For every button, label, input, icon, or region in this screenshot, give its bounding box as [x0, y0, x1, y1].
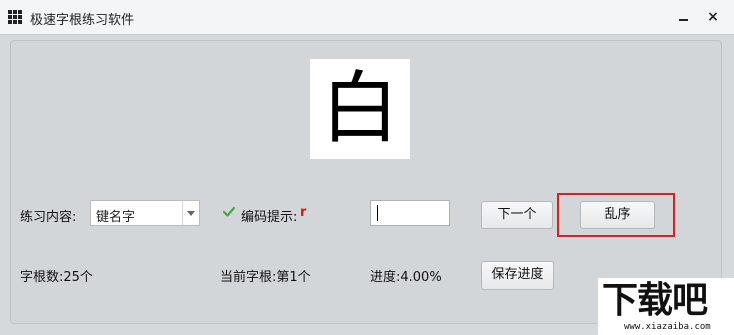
content-select-value: 键名字: [96, 210, 136, 225]
next-button[interactable]: 下一个: [481, 201, 553, 229]
hint-value: r: [300, 205, 307, 220]
window-title: 极速字根练习软件: [30, 13, 135, 28]
close-icon[interactable]: ×: [704, 8, 722, 26]
grid-app-icon: [8, 10, 22, 24]
root-count: 字根数:25个: [20, 270, 93, 285]
progress-text: 进度:4.00%: [370, 270, 442, 285]
save-progress-button[interactable]: 保存进度: [481, 261, 554, 290]
highlight-box: [557, 193, 675, 237]
content-select[interactable]: 键名字: [90, 200, 200, 226]
code-input[interactable]: [370, 200, 450, 226]
content-label: 练习内容:: [20, 210, 77, 225]
watermark-logo: 下载吧 www.xiazaiba.com: [598, 278, 734, 335]
chevron-down-icon[interactable]: [182, 201, 199, 225]
checkmark-icon[interactable]: [222, 205, 236, 219]
minimize-icon[interactable]: [674, 8, 692, 26]
text-caret: [377, 205, 378, 221]
title-bar: 极速字根练习软件 ×: [0, 0, 734, 35]
watermark-title: 下载吧: [602, 280, 708, 321]
practice-character: 白: [310, 59, 410, 159]
watermark-url: www.xiazaiba.com: [624, 322, 711, 332]
hint-label[interactable]: 编码提示:: [241, 206, 297, 225]
current-root: 当前字根:第1个: [220, 270, 311, 285]
